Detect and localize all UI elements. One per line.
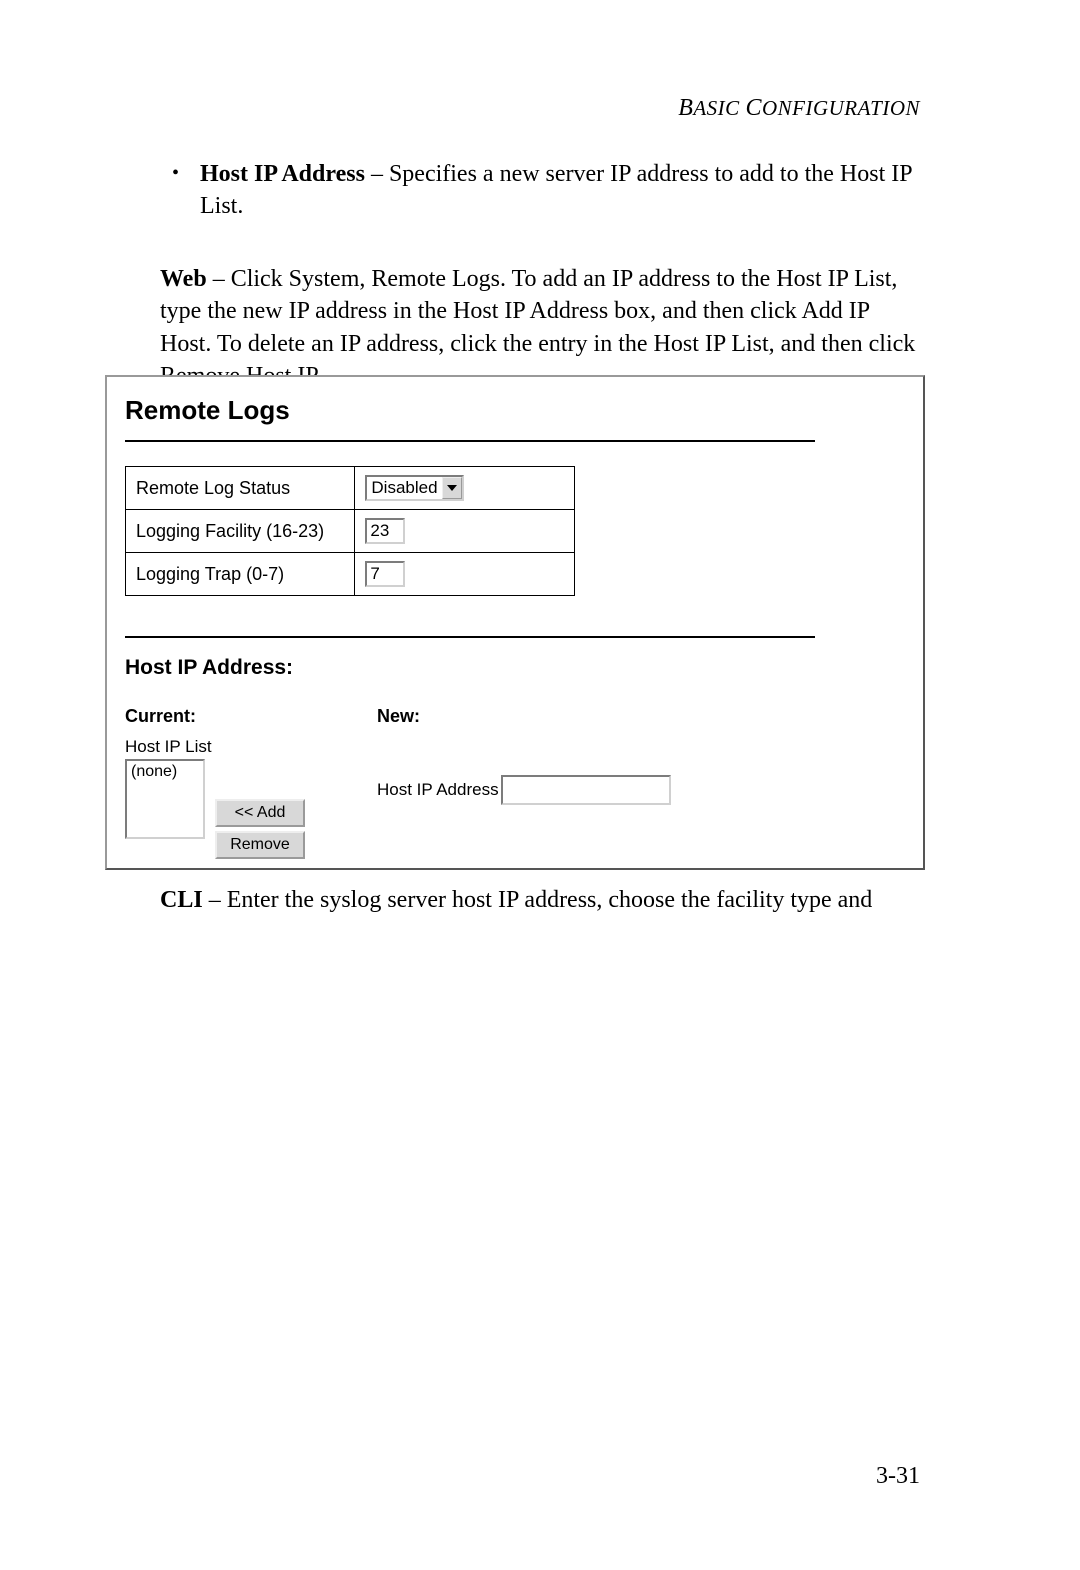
panel-divider xyxy=(125,440,815,442)
host-ip-listbox[interactable]: (none) xyxy=(125,759,205,839)
current-label: Current: xyxy=(125,706,325,727)
new-label: New: xyxy=(377,706,697,727)
bullet-term: Host IP Address xyxy=(200,161,365,187)
bullet-host-ip-address: Host IP Address – Specifies a new server… xyxy=(200,158,920,223)
host-ip-section: Host IP Address: Current: Host IP List (… xyxy=(125,636,923,859)
input-host-ip-address[interactable] xyxy=(501,775,671,805)
listbox-item-none: (none) xyxy=(131,763,177,780)
web-prefix: Web xyxy=(160,266,207,292)
config-table: Remote Log Status Disabled Logging Facil… xyxy=(125,466,575,596)
remove-button[interactable]: Remove xyxy=(215,831,305,859)
page-number: 3-31 xyxy=(876,1463,920,1490)
column-current: Current: Host IP List (none) << Add Remo… xyxy=(125,706,325,859)
cli-prefix: CLI xyxy=(160,887,203,913)
host-section-title: Host IP Address: xyxy=(125,656,923,680)
input-logging-trap[interactable]: 7 xyxy=(365,561,405,587)
web-paragraph: Web – Click System, Remote Logs. To add … xyxy=(160,263,920,393)
label-logging-trap: Logging Trap (0-7) xyxy=(126,553,355,596)
web-text: – Click System, Remote Logs. To add an I… xyxy=(160,266,915,389)
page-header: BASIC CONFIGURATION xyxy=(678,95,920,122)
row-remote-log-status: Remote Log Status Disabled xyxy=(126,467,575,510)
label-logging-facility: Logging Facility (16-23) xyxy=(126,510,355,553)
dropdown-remote-log-status[interactable]: Disabled xyxy=(365,475,463,501)
dropdown-value: Disabled xyxy=(367,478,441,498)
row-logging-facility: Logging Facility (16-23) 23 xyxy=(126,510,575,553)
panel-title: Remote Logs xyxy=(125,395,923,426)
add-button[interactable]: << Add xyxy=(215,799,305,827)
column-new: New: Host IP Address xyxy=(377,706,697,805)
row-logging-trap: Logging Trap (0-7) 7 xyxy=(126,553,575,596)
cli-text: – Enter the syslog server host IP addres… xyxy=(203,887,873,913)
input-logging-facility[interactable]: 23 xyxy=(365,518,405,544)
label-remote-log-status: Remote Log Status xyxy=(126,467,355,510)
host-divider xyxy=(125,636,815,638)
cli-paragraph: CLI – Enter the syslog server host IP ad… xyxy=(160,884,920,916)
chevron-down-icon[interactable] xyxy=(442,477,462,499)
remote-logs-panel: Remote Logs Remote Log Status Disabled L… xyxy=(105,375,925,870)
header-text-2: ONFIGURATION xyxy=(762,96,920,120)
host-ip-list-label: Host IP List xyxy=(125,737,325,757)
new-field-label: Host IP Address xyxy=(377,780,499,800)
header-text-1: ASIC xyxy=(693,96,739,120)
